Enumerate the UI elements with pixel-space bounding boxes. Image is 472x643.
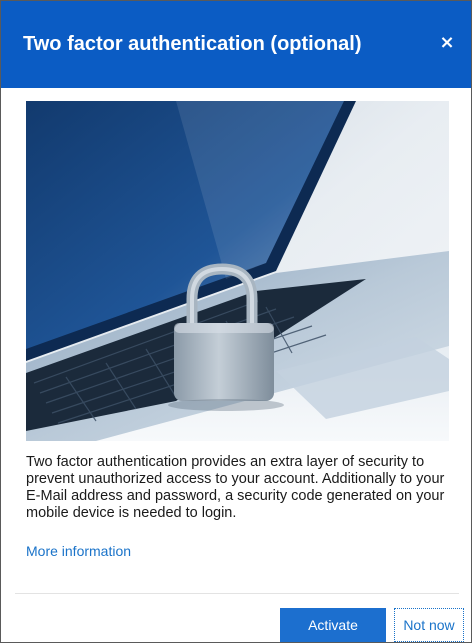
activate-button[interactable]: Activate [280,608,386,642]
not-now-button[interactable]: Not now [394,608,464,642]
close-icon[interactable]: × [435,31,459,55]
dialog-header: Two factor authentication (optional) × [1,1,471,88]
more-information-link[interactable]: More information [26,543,131,559]
dialog-title: Two factor authentication (optional) [23,33,362,55]
footer-divider [15,593,459,594]
laptop-padlock-image [26,101,449,441]
two-factor-dialog: Two factor authentication (optional) × T… [0,0,472,643]
description-text: Two factor authentication provides an ex… [26,454,445,521]
